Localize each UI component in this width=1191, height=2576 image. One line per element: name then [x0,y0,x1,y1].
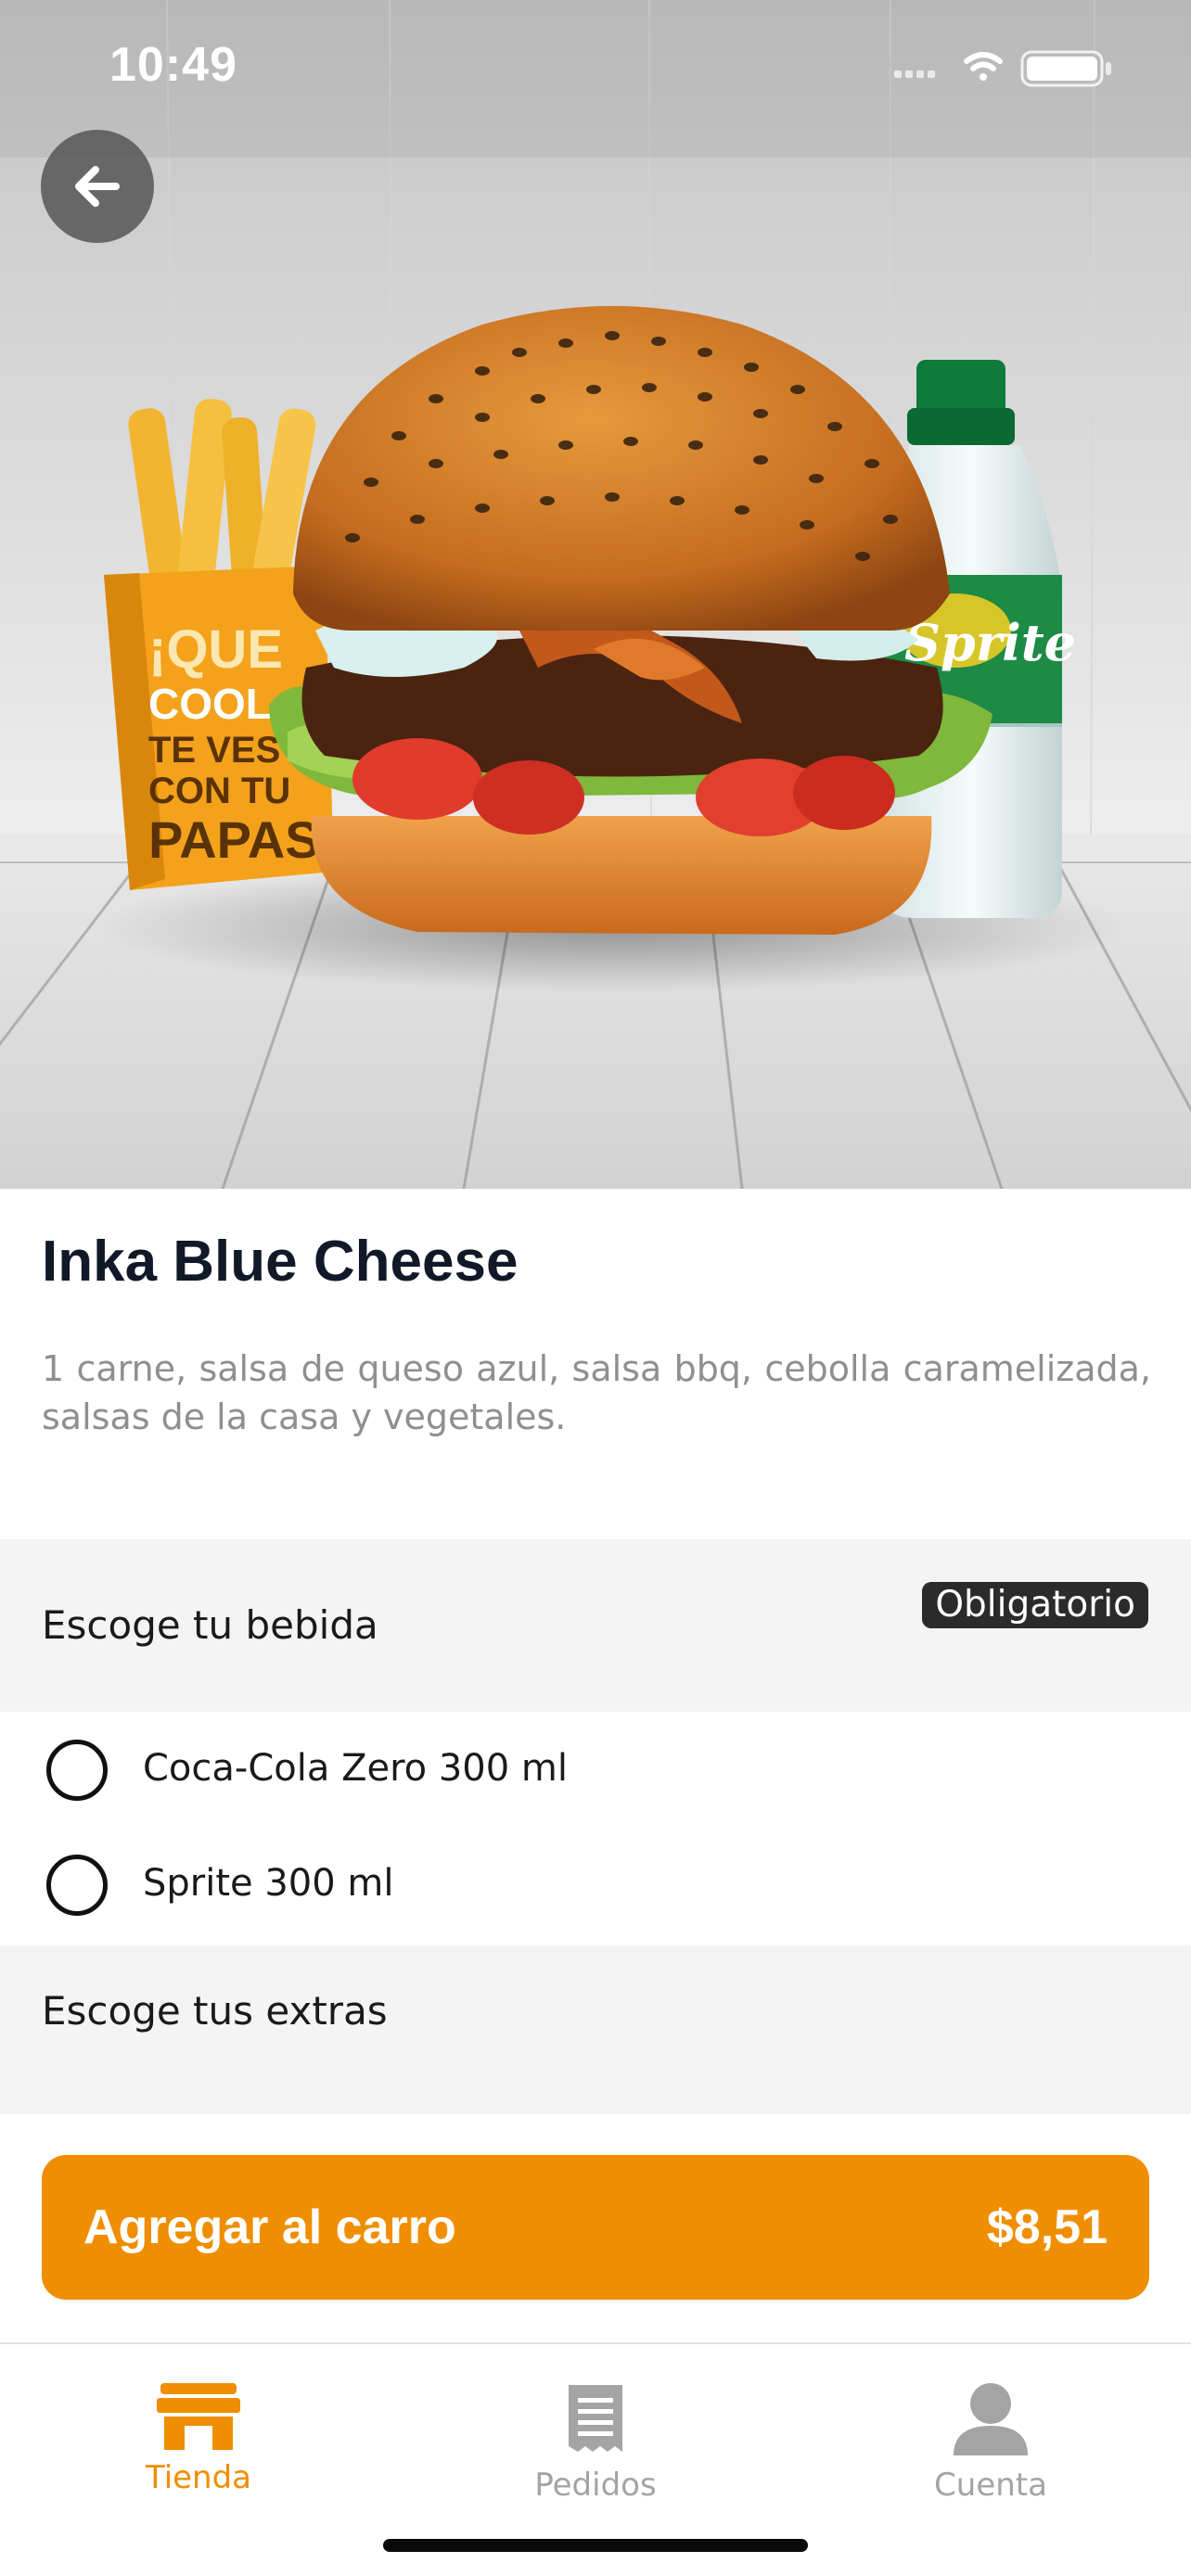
svg-text:TE VES: TE VES [148,730,280,771]
status-icons [894,50,1111,87]
add-to-cart-button[interactable]: Agregar al carro $8,51 [42,2155,1149,2300]
product-title: Inka Blue Cheese [42,1230,519,1294]
tab-label: Tienda [145,2459,252,2496]
product-description: 1 carne, salsa de queso azul, salsa bbq,… [42,1348,1151,1437]
required-badge: Obligatorio [922,1582,1148,1628]
svg-text:¡QUE: ¡QUE [148,619,283,680]
tab-tienda[interactable]: Tienda [96,2381,301,2520]
radio-button[interactable] [46,1740,108,1801]
svg-text:PAPAS!: PAPAS! [148,810,337,869]
drink-section-label: Escoge tu bebida [42,1602,378,1648]
add-to-cart-price: $8,51 [986,2200,1108,2254]
tab-label: Pedidos [534,2467,657,2504]
signal-icon [894,70,935,78]
svg-text:CON TU: CON TU [148,771,290,811]
drink-option-label: Sprite 300 ml [143,1862,394,1905]
product-image: ¡QUE COOL TE VES CON TU PAPAS! Sprite [0,0,1191,1189]
svg-text:Sprite: Sprite [904,613,1076,672]
user-icon [954,2383,1028,2455]
drink-option-coca-cola-zero[interactable]: Coca-Cola Zero 300 ml [0,1714,1191,1825]
burger-combo-illustration: ¡QUE COOL TE VES CON TU PAPAS! Sprite [0,0,1191,1189]
add-to-cart-label: Agregar al carro [83,2200,456,2254]
svg-text:COOL: COOL [148,680,272,728]
radio-button[interactable] [46,1855,108,1916]
drink-option-label: Coca-Cola Zero 300 ml [143,1747,568,1790]
wifi-icon [964,52,1003,81]
extras-section-header: Escoge tus extras [0,1945,1191,2114]
status-time: 10:49 [109,38,237,92]
arrow-left-icon [75,166,120,207]
extras-section-label: Escoge tus extras [42,1988,388,2034]
tab-cuenta[interactable]: Cuenta [889,2381,1093,2520]
store-icon [157,2383,240,2450]
drink-option-sprite[interactable]: Sprite 300 ml [0,1829,1191,1940]
drink-section-header: Escoge tu bebida Obligatorio [0,1539,1191,1712]
tab-label: Cuenta [934,2467,1047,2504]
receipt-icon [569,2385,622,2452]
battery-icon [1020,50,1111,87]
back-button[interactable] [41,130,154,243]
tab-pedidos[interactable]: Pedidos [493,2381,698,2520]
home-indicator [383,2539,808,2552]
